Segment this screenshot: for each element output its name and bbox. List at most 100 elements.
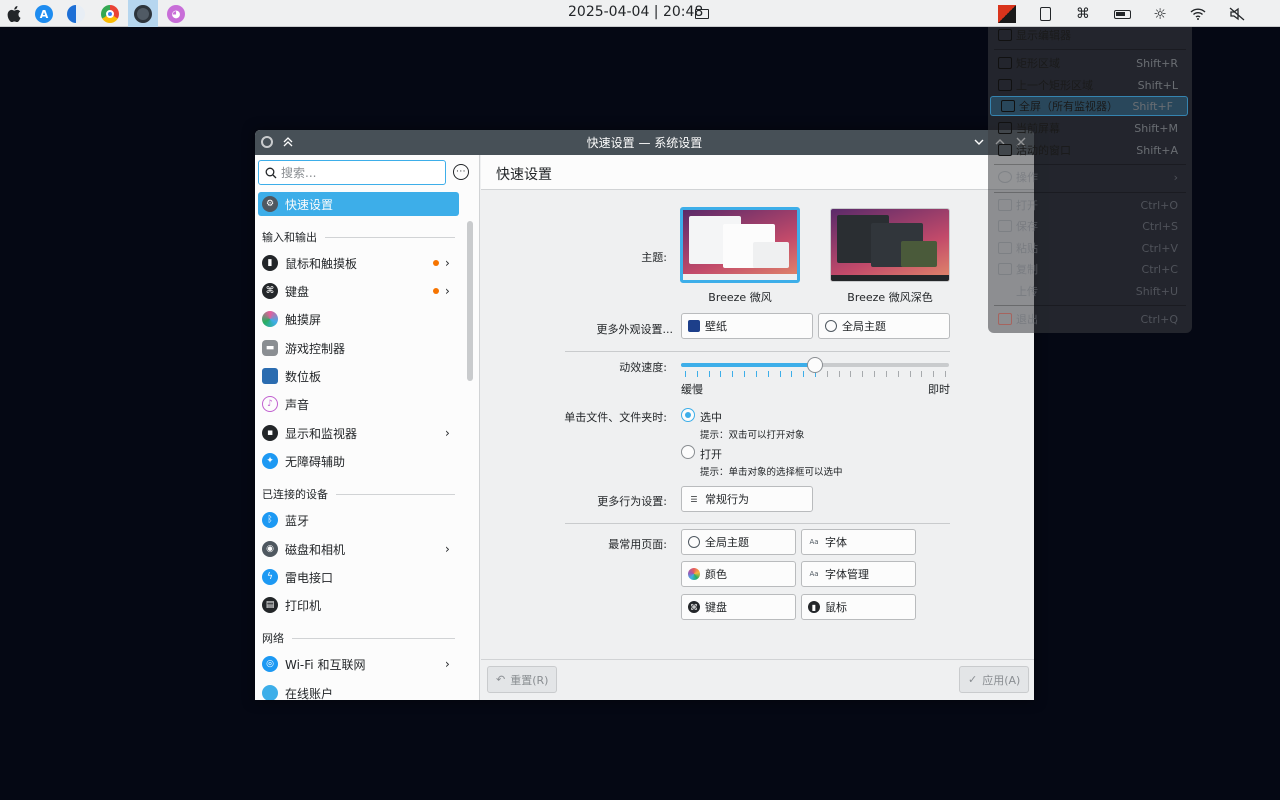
sidebar-item-display[interactable]: ▪ 显示和监视器 ›	[258, 421, 459, 445]
reset-button[interactable]: ↶ 重置(R)	[487, 666, 558, 693]
theme-breeze-dark[interactable]	[830, 208, 950, 282]
menu-separator	[994, 192, 1186, 193]
sidebar-item-thunderbolt[interactable]: ϟ 雷电接口	[258, 565, 459, 589]
sidebar-item-mouse-touchpad[interactable]: ▮ 鼠标和触摸板 ›	[258, 251, 459, 275]
menu-item-upload[interactable]: 上传 Shift+U	[988, 281, 1192, 301]
frequent-colors-button[interactable]: 颜色	[681, 561, 796, 587]
chevron-right-icon: ›	[445, 657, 450, 671]
slider-tick	[720, 371, 722, 377]
frequent-mouse-button[interactable]: ▮ 鼠标	[801, 594, 916, 620]
slider-tick	[933, 371, 935, 377]
apple-icon[interactable]	[3, 3, 25, 25]
sidebar: ··· ⚙ 快速设置 输入和输出 ▮ 鼠标和触摸板 › ⌘ 键盘 › 触摸屏 ▬…	[255, 155, 480, 700]
menu-item-last-rect-region[interactable]: 上一个矩形区域 Shift+L	[988, 75, 1192, 95]
frequent-keyboard-button[interactable]: ⌘ 键盘	[681, 594, 796, 620]
sidebar-item-sound[interactable]: ♪ 声音	[258, 392, 459, 416]
thunderbolt-icon: ϟ	[262, 569, 278, 585]
slider-tick	[862, 371, 864, 377]
sidebar-item-bluetooth[interactable]: ᛒ 蓝牙	[258, 508, 459, 532]
select-hint: 提示：双击可以打开对象	[700, 430, 805, 441]
upload-icon	[998, 285, 1012, 297]
cat-app-icon[interactable]: ◕	[165, 3, 187, 25]
frequent-font-management-button[interactable]: Aa 字体管理	[801, 561, 916, 587]
clock[interactable]: 2025-04-04 | 20:48	[568, 4, 703, 20]
screen-icon[interactable]	[692, 4, 712, 24]
system-settings-icon[interactable]	[128, 0, 158, 27]
menu-item-paste[interactable]: 粘贴 Ctrl+V	[988, 238, 1192, 258]
sidebar-item-online-accounts[interactable]: 在线账户	[258, 681, 459, 700]
theme-breeze-light[interactable]	[680, 207, 800, 283]
spectacle-icon[interactable]	[996, 3, 1018, 25]
search-input[interactable]	[277, 165, 445, 180]
animation-instant-label: 即时	[928, 383, 950, 396]
frequent-global-theme-button[interactable]: 全局主题	[681, 529, 796, 555]
menu-item-show-editor[interactable]: 显示编辑器	[988, 25, 1192, 45]
category-input-output: 输入和输出	[262, 229, 455, 245]
more-behavior-label: 更多行为设置:	[597, 495, 667, 508]
radio-select[interactable]	[681, 408, 695, 422]
paste-icon	[998, 242, 1012, 254]
sidebar-item-tablet[interactable]: 数位板	[258, 364, 459, 388]
menu-item-actions[interactable]: 操作 ›	[988, 167, 1192, 187]
sidebar-item-printers[interactable]: ▤ 打印机	[258, 593, 459, 617]
sidebar-item-game-controller[interactable]: ▬ 游戏控制器	[258, 336, 459, 360]
search-box[interactable]	[258, 160, 446, 185]
slider-tick	[696, 371, 698, 377]
slider-handle[interactable]	[807, 357, 823, 373]
sidebar-item-disks-cameras[interactable]: ◉ 磁盘和相机 ›	[258, 537, 459, 561]
sidebar-scrollbar[interactable]	[467, 221, 473, 381]
menu-item-active-window[interactable]: 活动的窗口 Shift+A	[988, 140, 1192, 160]
page-header: 快速设置	[481, 155, 1034, 190]
brightness-icon[interactable]: ☼	[1150, 4, 1170, 24]
menu-item-fullscreen[interactable]: 全屏（所有监视器） Shift+F	[990, 96, 1188, 116]
chevron-right-icon: ›	[1173, 170, 1178, 184]
app-store-icon[interactable]: A	[33, 3, 55, 25]
more-options-icon[interactable]: ···	[453, 164, 469, 180]
minimize-icon[interactable]	[971, 134, 987, 150]
window-title: 快速设置 — 系统设置	[586, 136, 703, 150]
radio-open[interactable]	[681, 445, 695, 459]
display-icon: ▪	[262, 425, 278, 441]
sidebar-item-keyboard[interactable]: ⌘ 键盘 ›	[258, 279, 459, 303]
animation-speed-slider[interactable]	[681, 357, 949, 383]
sidebar-item-wifi-internet[interactable]: ◎ Wi-Fi 和互联网 ›	[258, 652, 459, 676]
slider-tick	[779, 371, 781, 377]
slider-tick	[685, 371, 686, 377]
menu-item-rect-region[interactable]: 矩形区域 Shift+R	[988, 53, 1192, 73]
frequent-fonts-button[interactable]: Aa 字体	[801, 529, 916, 555]
general-behavior-button[interactable]: ☰ 常规行为	[681, 486, 813, 512]
radio-open-label: 打开	[700, 448, 722, 461]
battery-icon[interactable]	[1112, 4, 1132, 24]
chrome-icon[interactable]	[99, 3, 121, 25]
menu-item-current-screen[interactable]: 当前屏幕 Shift+M	[988, 118, 1192, 138]
sidebar-item-accessibility[interactable]: ✦ 无障碍辅助	[258, 449, 459, 473]
category-network: 网络	[262, 630, 455, 646]
menu-item-quit[interactable]: 退出 Ctrl+Q	[988, 309, 1192, 329]
wifi-icon[interactable]	[1188, 4, 1208, 24]
window-titlebar[interactable]: 快速设置 — 系统设置	[255, 130, 1034, 155]
slider-tick	[885, 371, 887, 377]
accessibility-icon: ✦	[262, 453, 278, 469]
command-icon[interactable]: ⌘	[1073, 4, 1093, 24]
sidebar-item-touchscreen[interactable]: 触摸屏	[258, 307, 459, 331]
folder-icon	[998, 199, 1012, 211]
global-theme-button[interactable]: 全局主题	[818, 313, 950, 339]
sidebar-item-quick-settings[interactable]: ⚙ 快速设置	[258, 192, 459, 216]
apply-button[interactable]: ✓ 应用(A)	[959, 666, 1030, 693]
finder-icon[interactable]	[65, 3, 87, 25]
menu-item-save[interactable]: 保存 Ctrl+S	[988, 216, 1192, 236]
slider-tick	[744, 371, 746, 377]
animation-slow-label: 缓慢	[681, 383, 703, 396]
font-icon: Aa	[809, 538, 819, 546]
last-region-icon	[998, 79, 1012, 91]
volume-muted-icon[interactable]	[1227, 4, 1247, 24]
global-theme-icon	[825, 320, 837, 332]
menu-item-copy[interactable]: 复制 Ctrl+C	[988, 259, 1192, 279]
clipboard-icon[interactable]	[1035, 4, 1055, 24]
theme-light-caption: Breeze 微风	[708, 291, 772, 304]
printer-icon: ▤	[262, 597, 278, 613]
wallpaper-button[interactable]: 壁纸	[681, 313, 813, 339]
menu-item-open[interactable]: 打开 Ctrl+O	[988, 195, 1192, 215]
chevron-right-icon: ›	[445, 284, 450, 298]
save-icon	[998, 220, 1012, 232]
